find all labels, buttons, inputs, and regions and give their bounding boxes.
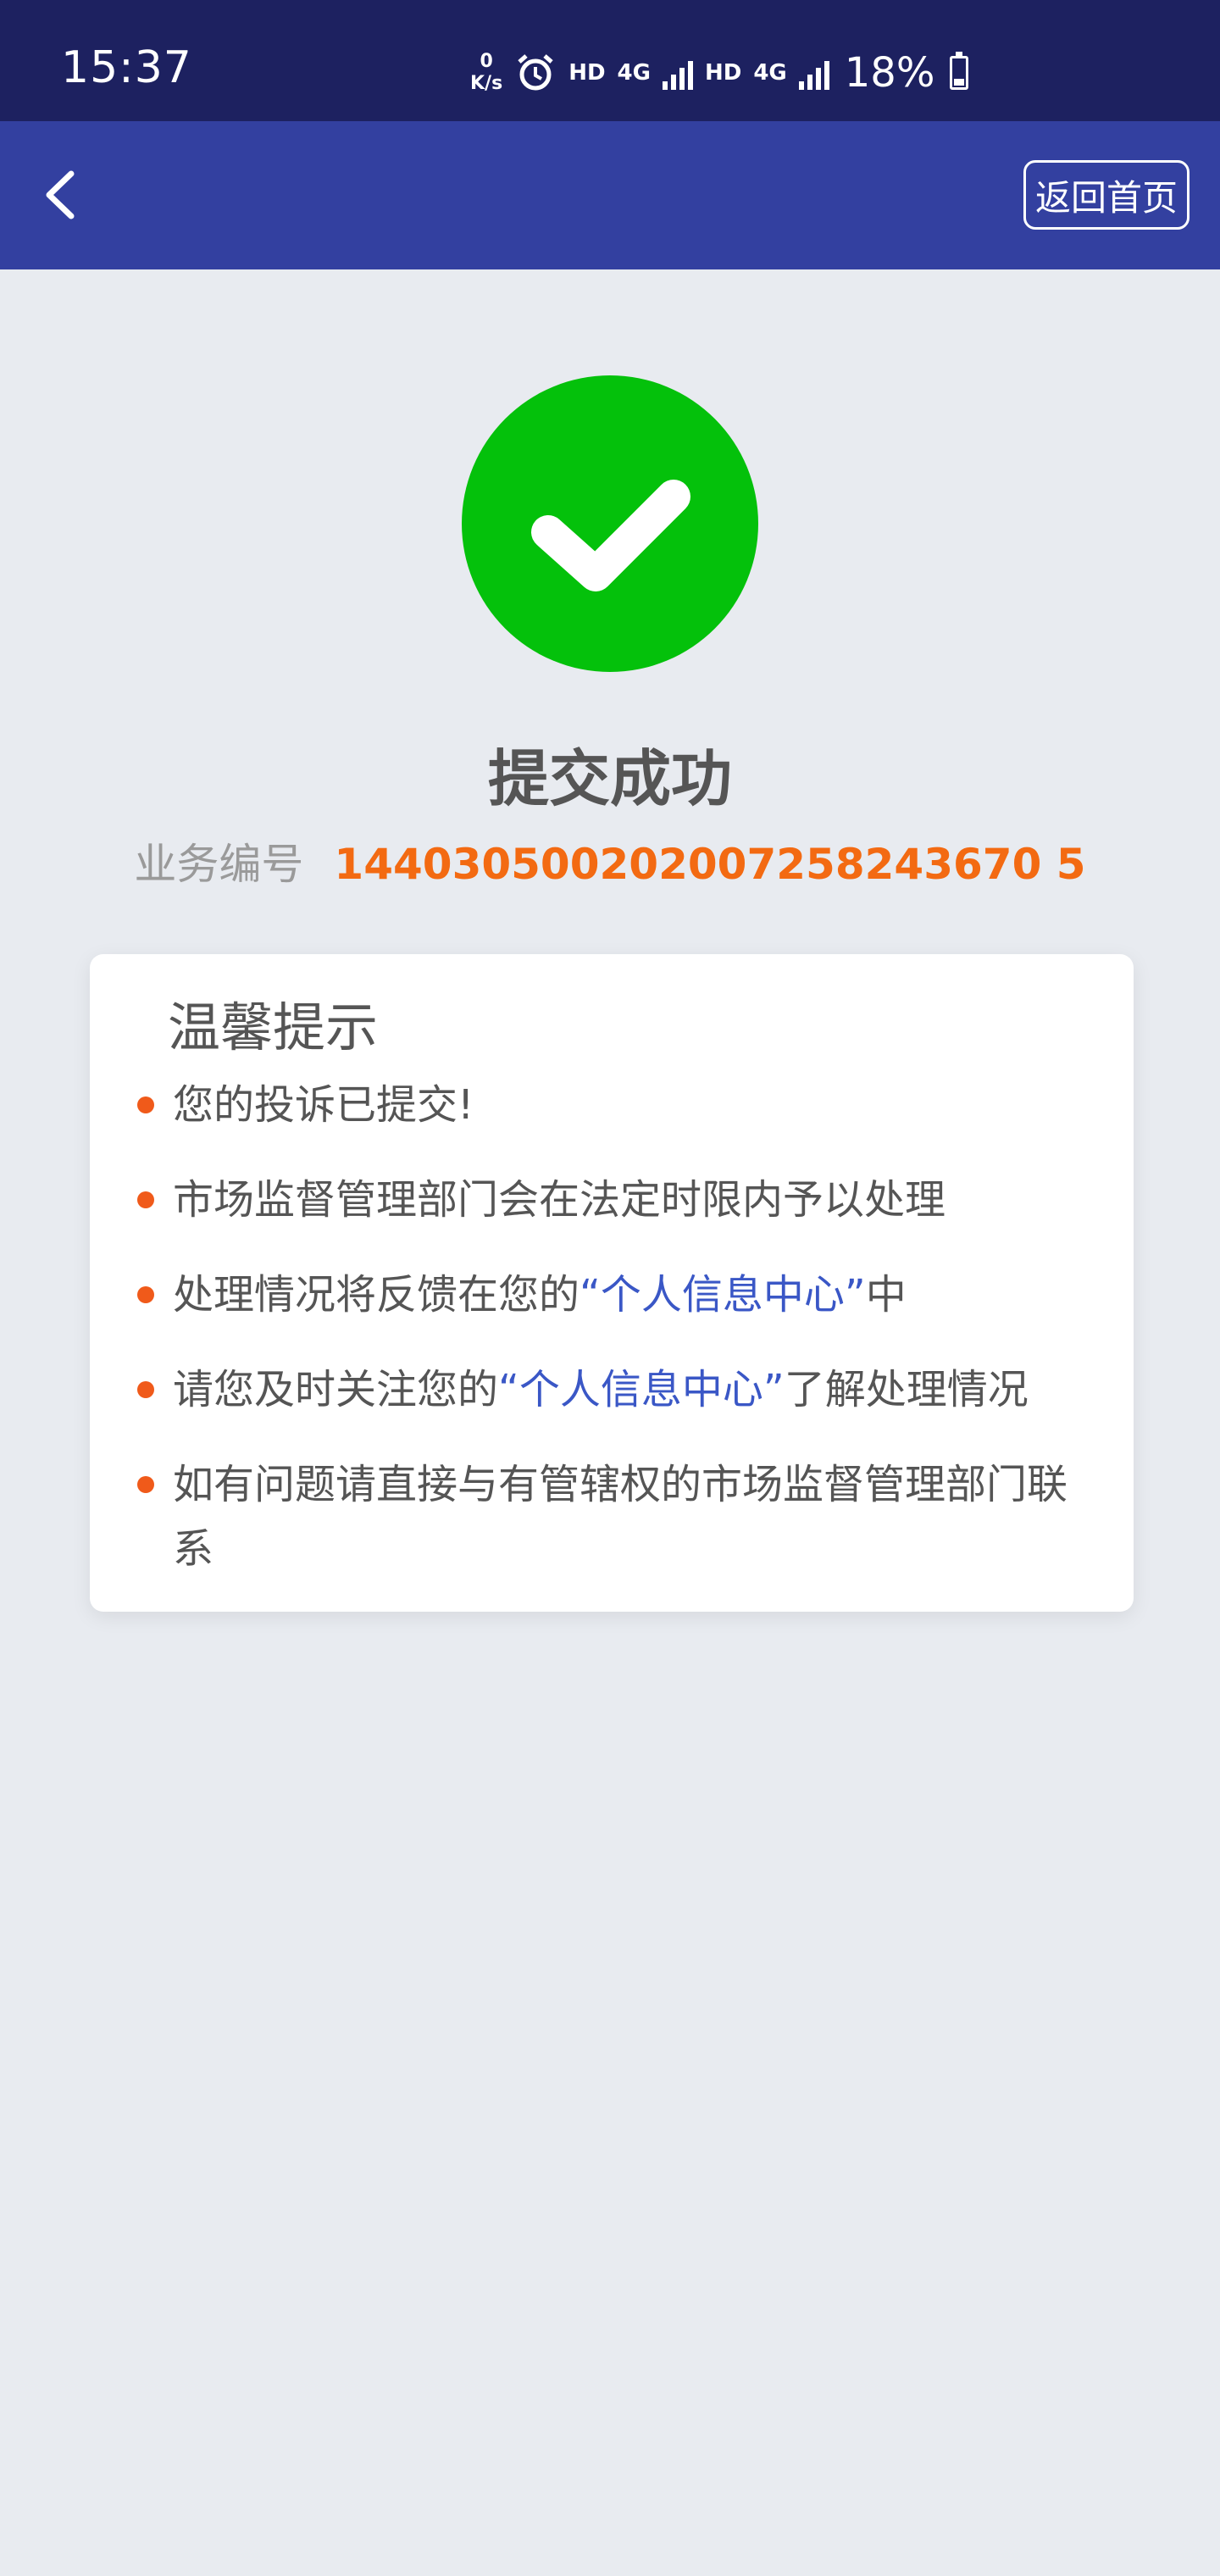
tip-text: 中 [865, 1271, 907, 1319]
tip-item-follow: 请您及时关注您的“个人信息中心”了解处理情况 [90, 1357, 1134, 1422]
business-number-value: 144030500202007258243670 5 [334, 840, 1086, 889]
tip-item-contact: 如有问题请直接与有管辖权的市场监督管理部门联系 [90, 1452, 1134, 1581]
bullet-dot [137, 1191, 154, 1208]
tip-text: 您的投诉已提交! [173, 1081, 474, 1129]
tip-text: 了解处理情况 [784, 1366, 1029, 1413]
battery-icon [950, 52, 969, 90]
success-icon [462, 375, 758, 672]
tips-card: 温馨提示 您的投诉已提交! 市场监督管理部门会在法定时限内予以处理 处理情况将反… [90, 954, 1134, 1612]
bullet-dot [137, 1476, 154, 1493]
bullet-dot [137, 1381, 154, 1398]
hd-badge: HD [568, 60, 606, 86]
battery-percentage: 18% [844, 49, 935, 97]
back-button[interactable] [37, 164, 97, 227]
status-bar: 15:37 0 K/s HD 4G HD 4G 18% [0, 0, 1220, 121]
bullet-dot [137, 1286, 154, 1303]
alarm-icon [518, 54, 553, 91]
status-icons: 0 K/s HD 4G HD 4G 18% [470, 47, 969, 98]
network-speed-unit: K/s [470, 73, 503, 94]
tip-text: 请您及时关注您的 [173, 1366, 499, 1413]
hd-badge-2: HD [704, 60, 742, 86]
tip-text: 市场监督管理部门会在法定时限内予以处理 [173, 1176, 946, 1224]
network-type-label-2: 4G [753, 60, 787, 86]
tip-text: 如有问题请直接与有管辖权的市场监督管理部门联系 [173, 1461, 1068, 1573]
tip-item-feedback: 处理情况将反馈在您的“个人信息中心”中 [90, 1263, 1134, 1327]
tip-text: 处理情况将反馈在您的 [173, 1271, 580, 1319]
checkmark-icon [531, 480, 690, 591]
business-number-label: 业务编号 [134, 840, 304, 889]
tip-item-processing: 市场监督管理部门会在法定时限内予以处理 [90, 1168, 1134, 1232]
submit-success-title: 提交成功 [487, 743, 732, 814]
personal-center-link[interactable]: “个人信息中心” [580, 1271, 866, 1319]
network-type-label: 4G [617, 60, 651, 86]
signal-strength-icon [662, 56, 693, 90]
network-speed-value: 0 [480, 51, 493, 72]
signal-strength-icon-2 [798, 56, 829, 90]
return-home-button[interactable]: 返回首页 [1023, 160, 1190, 230]
tips-title: 温馨提示 [168, 997, 379, 1058]
chevron-left-icon [46, 170, 75, 219]
bullet-dot [137, 1096, 154, 1113]
status-time: 15:37 [61, 42, 192, 93]
tips-list: 您的投诉已提交! 市场监督管理部门会在法定时限内予以处理 处理情况将反馈在您的“… [90, 1073, 1134, 1612]
business-number: 业务编号 144030500202007258243670 5 [0, 830, 1220, 891]
navigation-bar: 返回首页 [0, 121, 1220, 269]
personal-center-link-2[interactable]: “个人信息中心” [498, 1366, 785, 1413]
network-speed: 0 K/s [470, 51, 502, 95]
tip-item-submitted: 您的投诉已提交! [90, 1073, 1134, 1137]
